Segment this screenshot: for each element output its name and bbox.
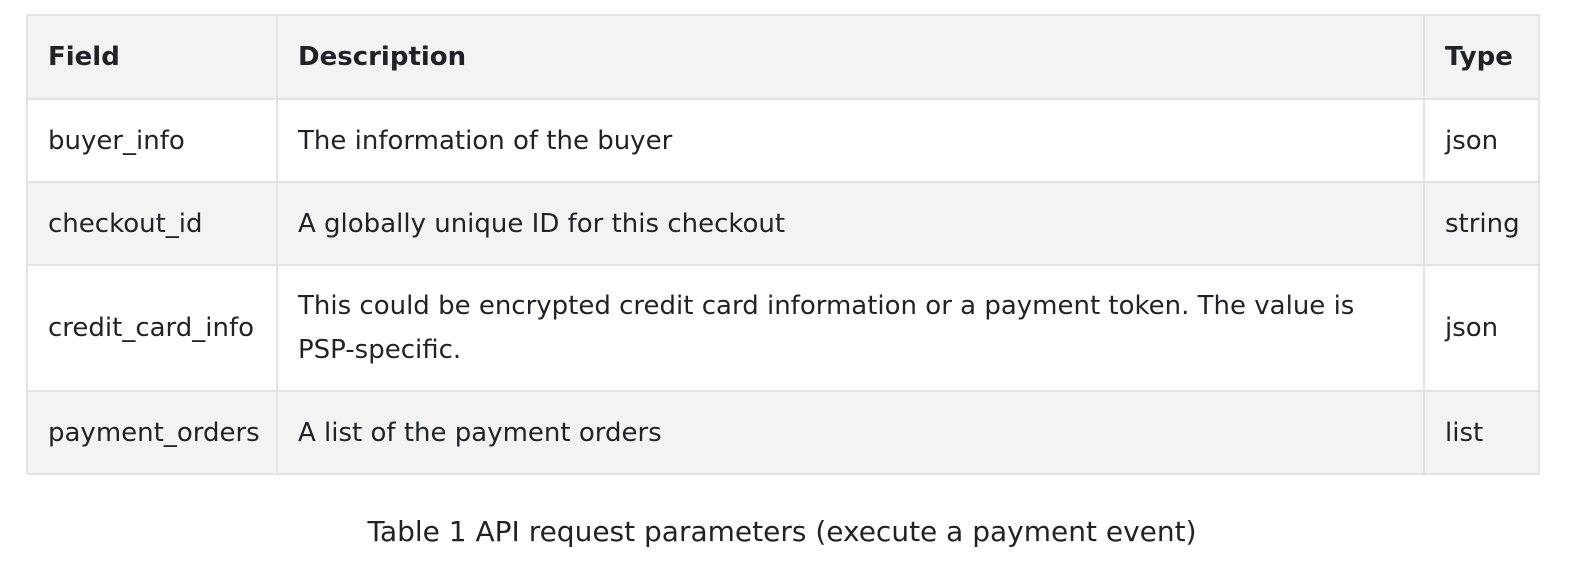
api-request-parameters-table: Field Description Type buyer_info The in…: [26, 14, 1540, 475]
cell-field: credit_card_info: [26, 264, 278, 392]
table-row: payment_orders A list of the payment ord…: [26, 390, 1540, 475]
header-field: Field: [26, 14, 278, 100]
cell-field: buyer_info: [26, 98, 278, 183]
table-caption: Table 1 API request parameters (execute …: [367, 515, 1197, 548]
header-description: Description: [276, 14, 1425, 100]
table-row: checkout_id A globally unique ID for thi…: [26, 181, 1540, 266]
table-row: buyer_info The information of the buyer …: [26, 98, 1540, 183]
cell-description: The information of the buyer: [276, 98, 1425, 183]
cell-field: payment_orders: [26, 390, 278, 475]
cell-description: A list of the payment orders: [276, 390, 1425, 475]
cell-description: A globally unique ID for this checkout: [276, 181, 1425, 266]
cell-description: This could be encrypted credit card info…: [276, 264, 1425, 392]
cell-type: json: [1423, 98, 1540, 183]
table-container: Field Description Type buyer_info The in…: [26, 14, 1540, 475]
cell-type: list: [1423, 390, 1540, 475]
cell-field: checkout_id: [26, 181, 278, 266]
cell-type: string: [1423, 181, 1540, 266]
header-type: Type: [1423, 14, 1540, 100]
table-row: credit_card_info This could be encrypted…: [26, 264, 1540, 392]
cell-type: json: [1423, 264, 1540, 392]
table-header-row: Field Description Type: [26, 14, 1540, 100]
